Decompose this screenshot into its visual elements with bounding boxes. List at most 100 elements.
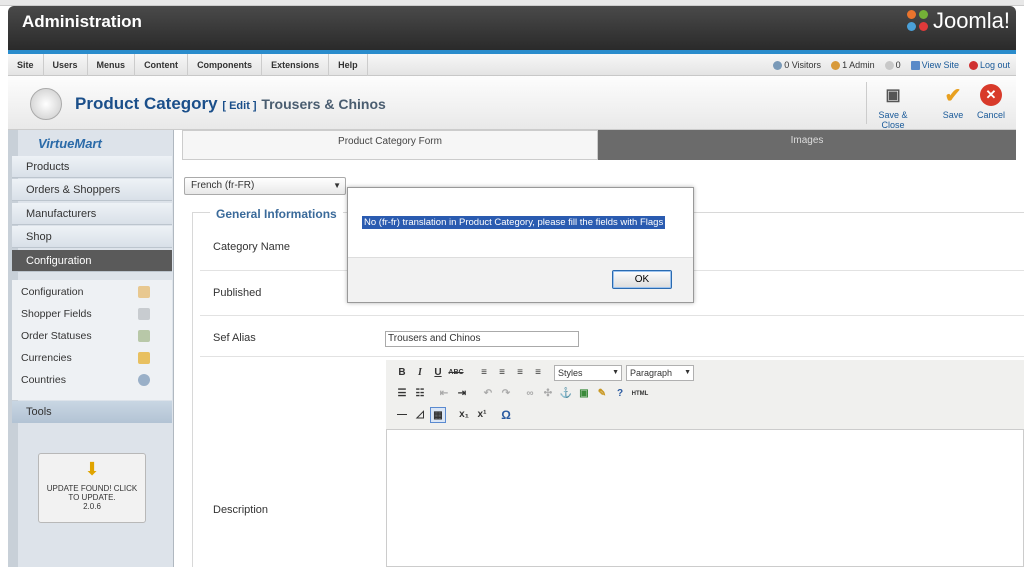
floppy-disk-icon: ▣ (885, 87, 901, 104)
indent-icon[interactable]: ⇥ (454, 386, 470, 402)
save-button[interactable]: ✔ Save (932, 82, 974, 121)
editor-toolbar-row: ☰ ☷ ⇤ ⇥ ↶ ↷ ∞ ✣ ⚓ ▣ ✎ ? HTML (394, 386, 1014, 404)
subscript-icon[interactable]: x₁ (456, 407, 472, 423)
menu-help[interactable]: Help (329, 53, 368, 76)
visitors-icon (773, 61, 783, 71)
strikethrough-icon[interactable]: ABC (448, 365, 464, 381)
submenu-currencies[interactable]: Currencies (12, 347, 172, 369)
anchor-icon[interactable]: ⚓ (558, 386, 574, 402)
chevron-down-icon: ▼ (333, 181, 341, 190)
sidebar-tools-header[interactable]: Tools (12, 401, 172, 423)
html-source-icon[interactable]: HTML (630, 386, 650, 402)
checkmark-icon: ✔ (944, 84, 962, 107)
editor-toolbar: B I U ABC ≡ ≡ ≡ ≡ Styles ▼ Paragraph ▼ ☰ ☷… (386, 360, 1024, 430)
menu-extensions[interactable]: Extensions (262, 53, 330, 76)
cancel-button[interactable]: ✕ Cancel (970, 82, 1012, 120)
messages-icon (884, 61, 894, 71)
chevron-down-icon: ▼ (684, 369, 691, 376)
update-notice-button[interactable]: ⬇ UPDATE FOUND! CLICK TO UPDATE. 2.0.6 (38, 453, 146, 523)
cancel-icon: ✕ (980, 84, 1002, 106)
download-arrow-icon: ⬇ (84, 459, 100, 479)
remove-format-icon[interactable]: ◿ (412, 407, 428, 423)
monitor-icon (910, 61, 920, 71)
globe-icon (138, 374, 150, 386)
sidebar-item-orders-shoppers[interactable]: Orders & Shoppers (12, 179, 172, 201)
horizontal-rule-icon[interactable]: — (394, 407, 410, 423)
save-close-button[interactable]: ▣ Save & Close (872, 82, 914, 130)
page-title-subtitle: Trousers & Chinos (261, 96, 386, 112)
description-label: Description (213, 504, 269, 516)
joomla-logo-text: Joomla! (932, 8, 1010, 33)
language-select[interactable]: French (fr-FR) ▼ (184, 177, 346, 195)
joomla-logo[interactable]: Joomla! (906, 8, 1010, 34)
virtuemart-logo: VirtueMart (38, 136, 102, 151)
menu-site[interactable]: Site (8, 53, 44, 76)
submenu-configuration[interactable]: Configuration (12, 281, 172, 303)
sidebar-item-shop[interactable]: Shop (12, 226, 172, 248)
submenu-countries[interactable]: Countries (12, 369, 172, 391)
chevron-down-icon: ▼ (612, 369, 619, 376)
tab-product-category-form[interactable]: Product Category Form (182, 130, 598, 160)
bold-icon[interactable]: B (394, 365, 410, 381)
menu-menus[interactable]: Menus (88, 53, 136, 76)
view-site-link[interactable]: View Site (910, 60, 959, 71)
styles-select[interactable]: Styles ▼ (554, 365, 622, 381)
justify-icon[interactable]: ≡ (530, 365, 546, 381)
page-title: Product Category [ Edit ] Trousers & Chi… (75, 94, 386, 113)
image-icon[interactable]: ▣ (576, 386, 592, 402)
menu-users[interactable]: Users (44, 53, 88, 76)
sidebar-item-configuration[interactable]: Configuration (12, 250, 172, 272)
link-icon[interactable]: ∞ (522, 386, 538, 402)
sidebar-item-manufacturers[interactable]: Manufacturers (12, 203, 172, 225)
logout-link[interactable]: Log out (968, 60, 1010, 71)
wrench-icon (138, 286, 150, 298)
align-left-icon[interactable]: ≡ (476, 365, 492, 381)
tab-images[interactable]: Images (598, 130, 1016, 160)
menu-content[interactable]: Content (135, 53, 189, 76)
redo-icon[interactable]: ↷ (498, 386, 514, 402)
numbered-list-icon[interactable]: ☷ (412, 386, 428, 402)
editor-toolbar-row: B I U ABC ≡ ≡ ≡ ≡ Styles ▼ Paragraph ▼ (394, 365, 1014, 383)
align-right-icon[interactable]: ≡ (512, 365, 528, 381)
cleanup-icon[interactable]: ✎ (594, 386, 610, 402)
align-center-icon[interactable]: ≡ (494, 365, 510, 381)
unlink-icon[interactable]: ✣ (540, 386, 556, 402)
ok-button[interactable]: OK (612, 270, 672, 289)
sef-alias-input[interactable]: Trousers and Chinos (385, 331, 579, 347)
admin-header (8, 6, 1016, 50)
form-icon (138, 308, 150, 320)
italic-icon[interactable]: I (412, 365, 428, 381)
visitors-status: 0 Visitors (773, 60, 821, 71)
joomla-logo-icon (906, 10, 929, 32)
row-divider (200, 315, 1024, 316)
messages-status[interactable]: 0 (884, 60, 901, 71)
status-icon (138, 330, 150, 342)
status-bar: 0 Visitors 1 Admin 0 View Site Log out (773, 54, 1010, 76)
coins-icon (138, 352, 150, 364)
header-title: Administration (22, 12, 142, 31)
category-icon (30, 88, 62, 120)
admin-icon (831, 61, 841, 71)
sef-alias-label: Sef Alias (213, 332, 256, 344)
menu-components[interactable]: Components (188, 53, 263, 76)
published-label: Published (213, 287, 262, 299)
row-divider (200, 356, 1024, 357)
superscript-icon[interactable]: x¹ (474, 407, 490, 423)
paragraph-select[interactable]: Paragraph ▼ (626, 365, 694, 381)
admins-status: 1 Admin (831, 60, 875, 71)
outdent-icon[interactable]: ⇤ (436, 386, 452, 402)
sidebar-item-products[interactable]: Products (12, 156, 172, 178)
visual-aid-icon[interactable]: ▦ (430, 407, 446, 423)
toolbar-divider (866, 82, 867, 124)
help-icon[interactable]: ? (612, 386, 628, 402)
category-name-label: Category Name (213, 241, 291, 253)
undo-icon[interactable]: ↶ (480, 386, 496, 402)
logout-icon (968, 61, 978, 71)
bullet-list-icon[interactable]: ☰ (394, 386, 410, 402)
underline-icon[interactable]: U (430, 365, 446, 381)
submenu-order-statuses[interactable]: Order Statuses (12, 325, 172, 347)
special-character-icon[interactable]: Ω (498, 407, 514, 423)
submenu-shopper-fields[interactable]: Shopper Fields (12, 303, 172, 325)
editor-toolbar-row: — ◿ ▦ x₁ x¹ Ω (394, 407, 1014, 425)
fieldset-legend: General Informations (210, 207, 343, 221)
